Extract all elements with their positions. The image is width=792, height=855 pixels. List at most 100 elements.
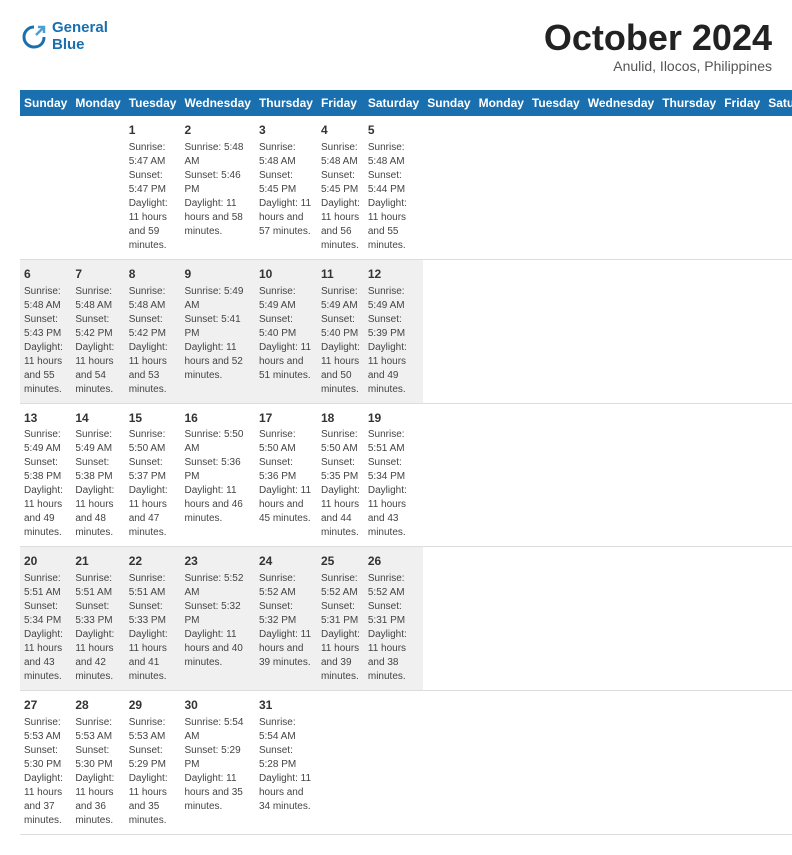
day-info: Sunrise: 5:48 AM Sunset: 5:44 PM Dayligh… [368,141,419,253]
day-info: Sunrise: 5:49 AM Sunset: 5:38 PM Dayligh… [75,428,120,540]
day-cell: 9 Sunrise: 5:49 AM Sunset: 5:41 PM Daylig… [180,259,254,403]
day-cell: 13Sunrise: 5:49 AM Sunset: 5:38 PM Dayli… [20,403,71,547]
day-info: Sunrise: 5:49 AM Sunset: 5:40 PM Dayligh… [259,285,313,383]
day-info: Sunrise: 5:53 AM Sunset: 5:30 PM Dayligh… [24,716,67,828]
day-info: Sunrise: 5:50 AM Sunset: 5:36 PM Dayligh… [259,428,313,526]
day-cell: 2 Sunrise: 5:48 AM Sunset: 5:46 PM Daylig… [180,116,254,259]
calendar-table: SundayMondayTuesdayWednesdayThursdayFrid… [20,90,792,835]
day-number: 1 [129,122,177,139]
day-number: 29 [129,697,177,714]
day-info: Sunrise: 5:48 AM Sunset: 5:43 PM Dayligh… [24,285,67,397]
day-number: 8 [129,266,177,283]
day-header-thursday: Thursday [255,90,317,116]
day-info: Sunrise: 5:50 AM Sunset: 5:35 PM Dayligh… [321,428,360,540]
day-cell: 22 Sunrise: 5:51 AM Sunset: 5:33 PM Dayli… [125,547,181,691]
day-cell: 27 Sunrise: 5:53 AM Sunset: 5:30 PM Dayli… [20,691,71,835]
day-number: 30 [184,697,250,714]
day-cell: 6 Sunrise: 5:48 AM Sunset: 5:43 PM Daylig… [20,259,71,403]
week-row-4: 20 Sunrise: 5:51 AM Sunset: 5:34 PM Dayli… [20,547,792,691]
day-cell: 30 Sunrise: 5:54 AM Sunset: 5:29 PM Dayli… [180,691,254,835]
day-info: Sunrise: 5:51 AM Sunset: 5:33 PM Dayligh… [129,572,177,684]
day-number: 22 [129,553,177,570]
col-header-sunday: Sunday [423,90,474,116]
day-number: 17 [259,410,313,427]
day-number: 18 [321,410,360,427]
day-cell: 28 Sunrise: 5:53 AM Sunset: 5:30 PM Dayli… [71,691,124,835]
month-title: October 2024 [544,20,772,56]
day-info: Sunrise: 5:49 AM Sunset: 5:40 PM Dayligh… [321,285,360,397]
day-header-saturday: Saturday [364,90,423,116]
col-header-monday: Monday [475,90,528,116]
day-cell: 5 Sunrise: 5:48 AM Sunset: 5:44 PM Daylig… [364,116,423,259]
day-number: 28 [75,697,120,714]
day-number: 27 [24,697,67,714]
day-number: 24 [259,553,313,570]
day-header-monday: Monday [71,90,124,116]
day-cell [364,691,423,835]
day-cell: 16Sunrise: 5:50 AM Sunset: 5:36 PM Dayli… [180,403,254,547]
day-number: 31 [259,697,313,714]
day-info: Sunrise: 5:48 AM Sunset: 5:46 PM Dayligh… [184,141,250,239]
day-info: Sunrise: 5:48 AM Sunset: 5:42 PM Dayligh… [75,285,120,397]
day-number: 21 [75,553,120,570]
day-cell [20,116,71,259]
day-cell: 7 Sunrise: 5:48 AM Sunset: 5:42 PM Daylig… [71,259,124,403]
day-info: Sunrise: 5:51 AM Sunset: 5:33 PM Dayligh… [75,572,120,684]
day-cell: 24 Sunrise: 5:52 AM Sunset: 5:32 PM Dayli… [255,547,317,691]
day-number: 16 [184,410,250,427]
col-header-thursday: Thursday [658,90,720,116]
day-info: Sunrise: 5:47 AM Sunset: 5:47 PM Dayligh… [129,141,177,253]
day-cell: 19Sunrise: 5:51 AM Sunset: 5:34 PM Dayli… [364,403,423,547]
day-cell: 10Sunrise: 5:49 AM Sunset: 5:40 PM Dayli… [255,259,317,403]
day-info: Sunrise: 5:49 AM Sunset: 5:41 PM Dayligh… [184,285,250,383]
day-info: Sunrise: 5:53 AM Sunset: 5:30 PM Dayligh… [75,716,120,828]
day-cell: 15Sunrise: 5:50 AM Sunset: 5:37 PM Dayli… [125,403,181,547]
week-row-5: 27 Sunrise: 5:53 AM Sunset: 5:30 PM Dayli… [20,691,792,835]
day-cell: 12Sunrise: 5:49 AM Sunset: 5:39 PM Dayli… [364,259,423,403]
day-info: Sunrise: 5:52 AM Sunset: 5:31 PM Dayligh… [321,572,360,684]
day-number: 6 [24,266,67,283]
day-info: Sunrise: 5:52 AM Sunset: 5:32 PM Dayligh… [259,572,313,670]
day-number: 9 [184,266,250,283]
day-cell: 21 Sunrise: 5:51 AM Sunset: 5:33 PM Dayli… [71,547,124,691]
week-row-3: 13Sunrise: 5:49 AM Sunset: 5:38 PM Dayli… [20,403,792,547]
col-header-saturday: Saturday [764,90,792,116]
day-info: Sunrise: 5:54 AM Sunset: 5:29 PM Dayligh… [184,716,250,814]
day-header-tuesday: Tuesday [125,90,181,116]
day-header-sunday: Sunday [20,90,71,116]
day-number: 5 [368,122,419,139]
day-cell: 18Sunrise: 5:50 AM Sunset: 5:35 PM Dayli… [317,403,364,547]
day-info: Sunrise: 5:48 AM Sunset: 5:45 PM Dayligh… [259,141,313,239]
day-cell: 11Sunrise: 5:49 AM Sunset: 5:40 PM Dayli… [317,259,364,403]
logo-icon [20,23,48,51]
logo-text: General Blue [52,20,108,53]
day-number: 7 [75,266,120,283]
day-cell [317,691,364,835]
day-info: Sunrise: 5:54 AM Sunset: 5:28 PM Dayligh… [259,716,313,814]
location: Anulid, Ilocos, Philippines [544,58,772,74]
day-cell: 3 Sunrise: 5:48 AM Sunset: 5:45 PM Daylig… [255,116,317,259]
day-header-friday: Friday [317,90,364,116]
day-cell: 1 Sunrise: 5:47 AM Sunset: 5:47 PM Daylig… [125,116,181,259]
day-info: Sunrise: 5:51 AM Sunset: 5:34 PM Dayligh… [24,572,67,684]
day-info: Sunrise: 5:53 AM Sunset: 5:29 PM Dayligh… [129,716,177,828]
day-info: Sunrise: 5:48 AM Sunset: 5:42 PM Dayligh… [129,285,177,397]
day-cell: 29 Sunrise: 5:53 AM Sunset: 5:29 PM Dayli… [125,691,181,835]
day-info: Sunrise: 5:50 AM Sunset: 5:37 PM Dayligh… [129,428,177,540]
day-cell: 31 Sunrise: 5:54 AM Sunset: 5:28 PM Dayli… [255,691,317,835]
day-cell: 23Sunrise: 5:52 AM Sunset: 5:32 PM Dayli… [180,547,254,691]
day-header-wednesday: Wednesday [180,90,254,116]
week-row-1: 1 Sunrise: 5:47 AM Sunset: 5:47 PM Daylig… [20,116,792,259]
week-row-2: 6 Sunrise: 5:48 AM Sunset: 5:43 PM Daylig… [20,259,792,403]
page-header: General Blue October 2024 Anulid, Ilocos… [20,20,772,74]
day-cell: 26Sunrise: 5:52 AM Sunset: 5:31 PM Dayli… [364,547,423,691]
day-number: 3 [259,122,313,139]
day-number: 4 [321,122,360,139]
day-number: 2 [184,122,250,139]
day-number: 19 [368,410,419,427]
col-header-friday: Friday [720,90,764,116]
day-number: 20 [24,553,67,570]
col-header-tuesday: Tuesday [528,90,584,116]
day-number: 12 [368,266,419,283]
day-cell: 17Sunrise: 5:50 AM Sunset: 5:36 PM Dayli… [255,403,317,547]
